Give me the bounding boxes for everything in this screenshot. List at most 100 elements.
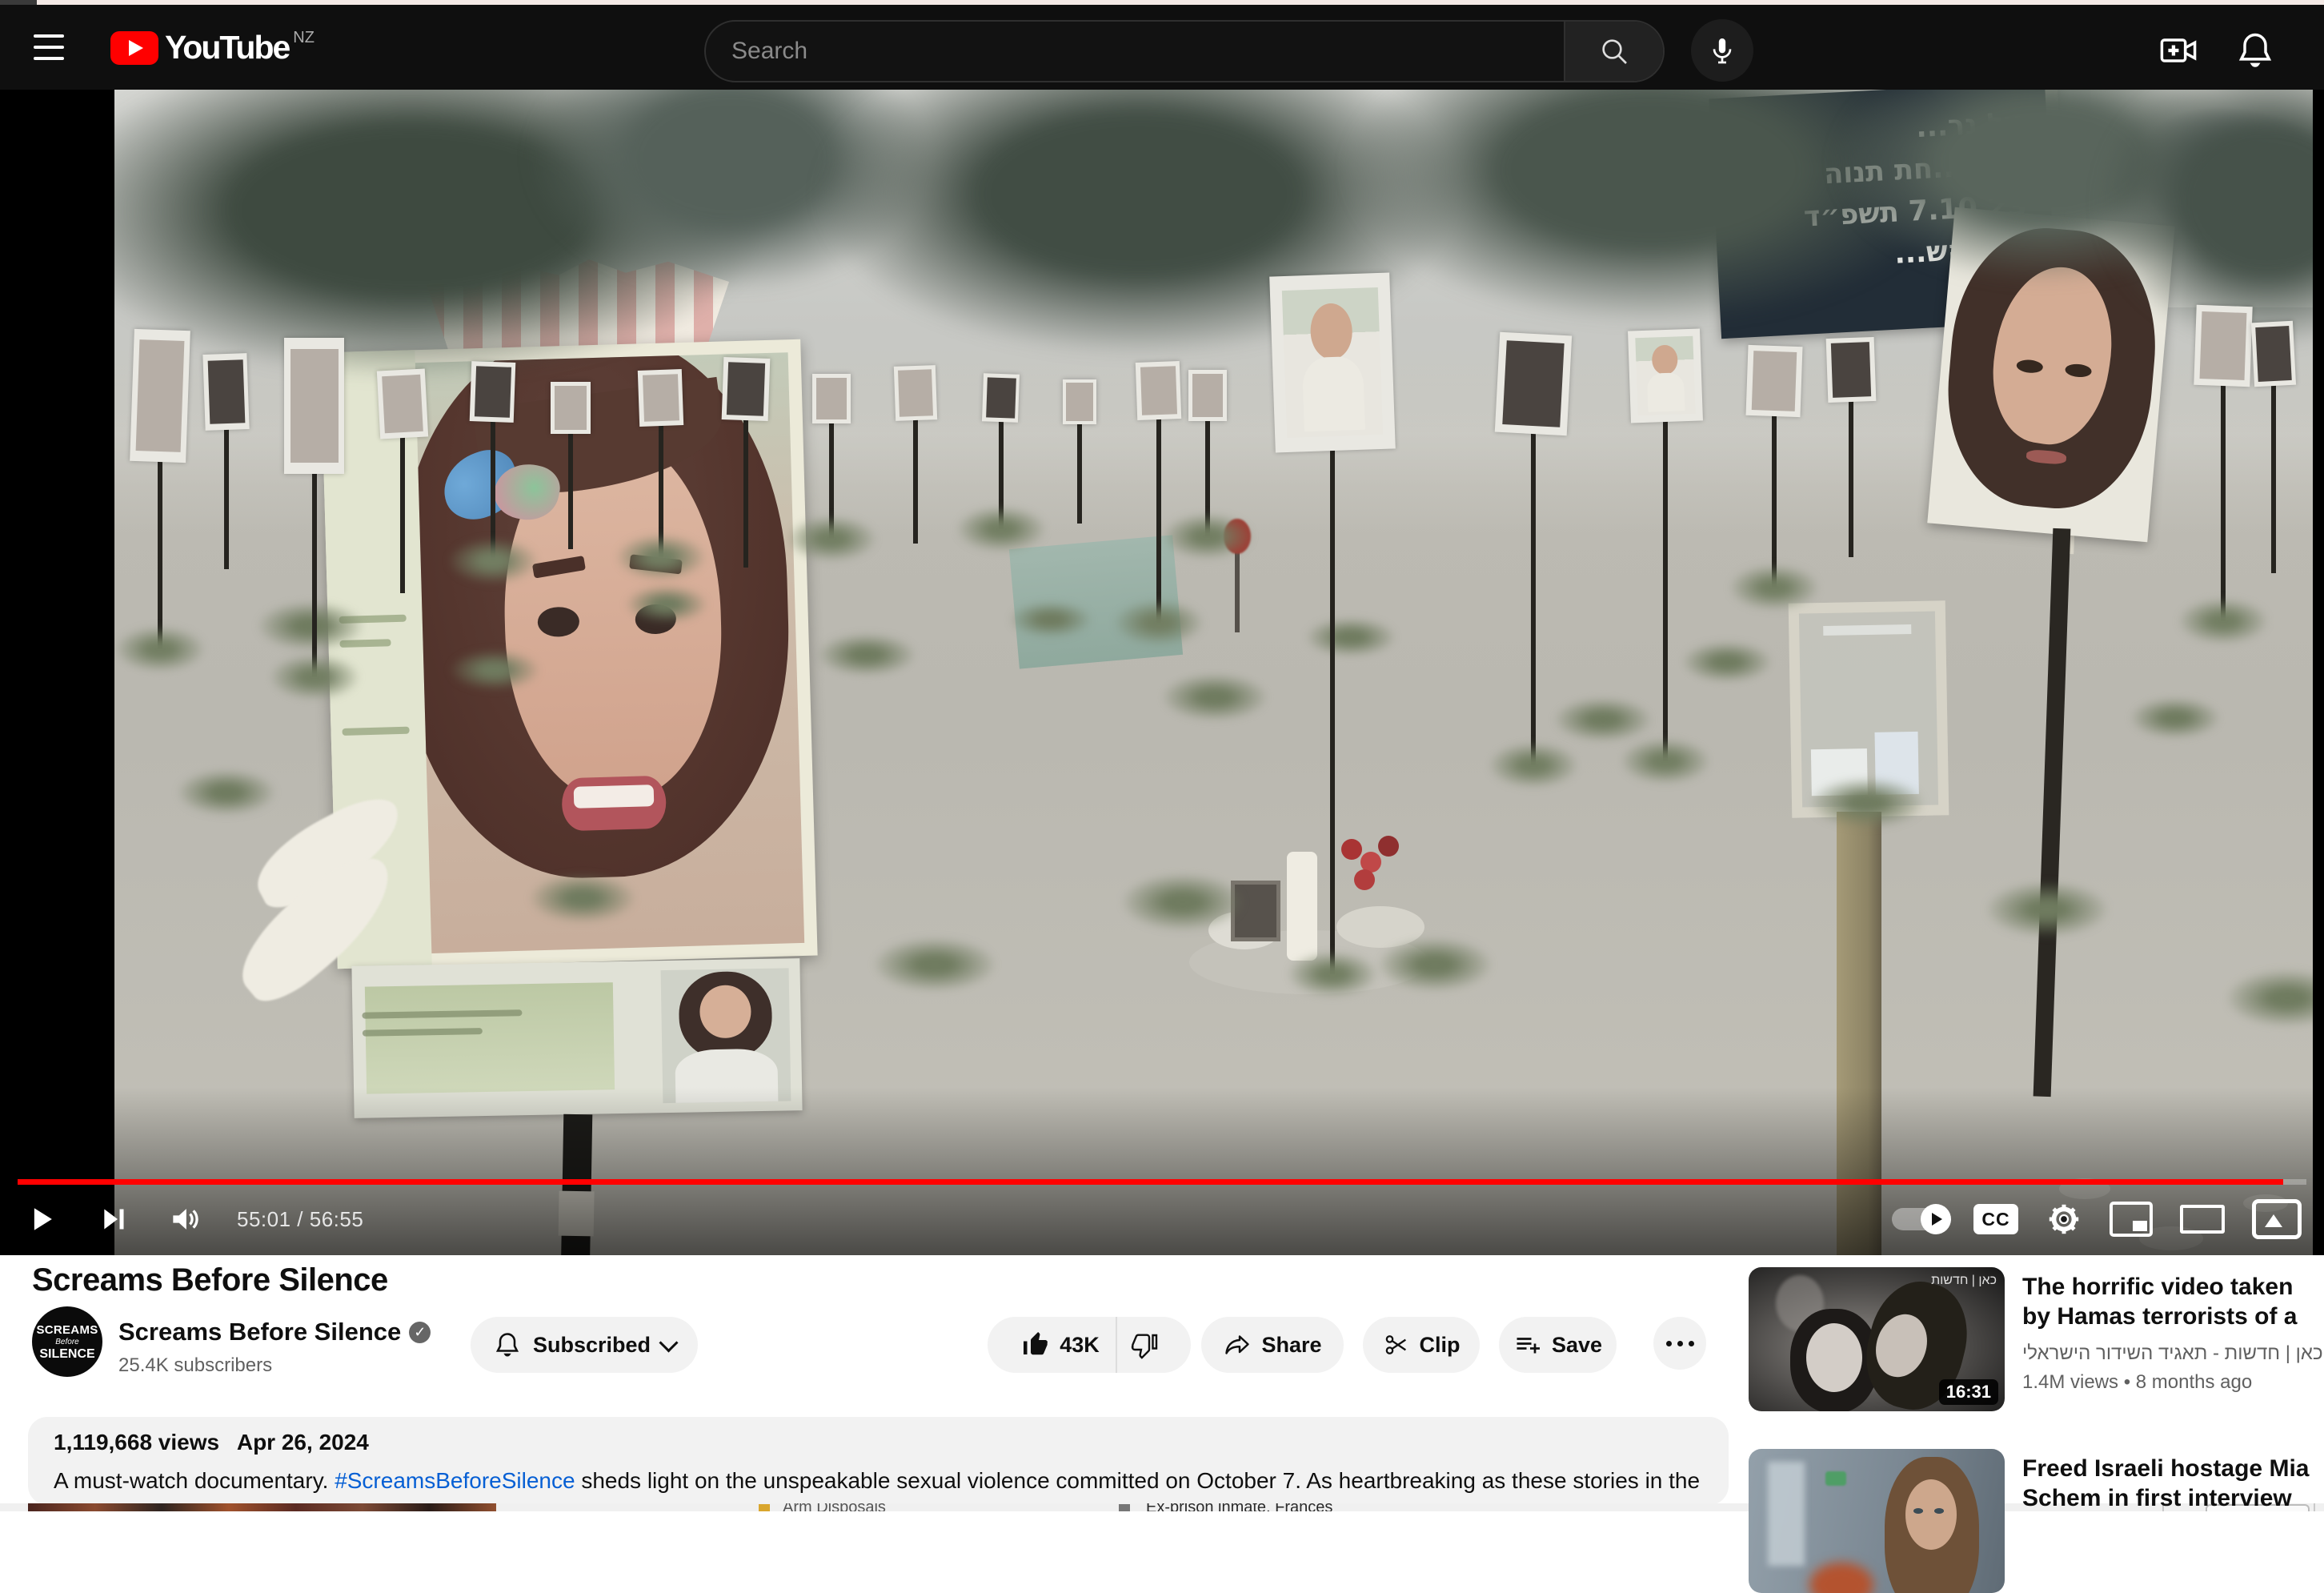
recommended-channel: כאן | חדשות - תאגיד השידור הישראלי	[2022, 1342, 2324, 1365]
fullscreen-icon	[2252, 1199, 2302, 1239]
portrait-face	[1652, 344, 1678, 375]
memorial-post-pole	[1077, 419, 1082, 524]
subtitles-button[interactable]: CC	[1973, 1204, 2018, 1234]
grass-tuft	[1730, 565, 1818, 610]
time-display: 55:01 / 56:55	[237, 1207, 363, 1232]
grass-tuft	[116, 627, 204, 672]
miniplayer-button[interactable]	[2110, 1193, 2153, 1246]
memorial-photo	[986, 377, 1016, 419]
memorial-post-pole	[1772, 411, 1777, 588]
grass-tuft	[1163, 674, 1267, 720]
grass-tuft	[1123, 874, 1243, 930]
subscribed-button[interactable]: Subscribed	[471, 1317, 698, 1373]
memorial-post	[638, 369, 683, 427]
video-thumbnail[interactable]	[1749, 1449, 2005, 1593]
youtube-logo[interactable]: YouTube NZ	[110, 29, 315, 66]
channel-avatar[interactable]: SCREAMS Before SILENCE	[32, 1306, 102, 1377]
memorial-post-pole	[913, 415, 918, 544]
peek-item: Ex-prison inmate, Frances	[1146, 1503, 1332, 1511]
autoplay-knob-icon	[1921, 1204, 1951, 1234]
memorial-post	[284, 338, 344, 474]
portrait-body	[1301, 355, 1365, 431]
video-player[interactable]: על נר...שב׳ ...חת תנוה7.10.23 תשפ״דכ״ב ה…	[0, 90, 2324, 1255]
video-title: Screams Before Silence	[32, 1262, 388, 1298]
grass-tuft	[957, 507, 1045, 552]
thumb-up-icon	[1021, 1330, 1050, 1359]
menu-icon[interactable]	[34, 34, 64, 60]
grass-tuft	[819, 634, 915, 676]
memorial-flowers	[1341, 839, 1362, 860]
grass-tuft	[1987, 882, 2107, 937]
memorial-post	[2194, 305, 2252, 387]
grass-tuft	[1288, 952, 1376, 997]
memorial-post-pole	[1849, 397, 1853, 557]
description-box[interactable]: 1,119,668 views Apr 26, 2024 A must-watc…	[28, 1417, 1729, 1505]
memorial-post-pole	[224, 425, 229, 569]
player-controls: 55:01 / 56:55 CC	[18, 1193, 2306, 1246]
bell-icon	[2234, 30, 2276, 71]
memorial-post	[377, 368, 428, 439]
memorial-post	[2251, 321, 2296, 387]
voice-search-button[interactable]	[1691, 19, 1753, 82]
memorial-post	[202, 353, 249, 431]
autoplay-toggle[interactable]	[1892, 1208, 1949, 1230]
hashtag-link[interactable]: #ScreamsBeforeSilence	[335, 1468, 575, 1493]
volume-button[interactable]	[157, 1193, 213, 1246]
more-actions-button[interactable]	[1653, 1317, 1706, 1370]
theater-mode-button[interactable]	[2180, 1193, 2225, 1246]
description-text: A must-watch documentary. #ScreamsBefore…	[54, 1464, 1703, 1505]
save-button[interactable]: Save	[1499, 1317, 1617, 1373]
memorial-photo	[136, 339, 185, 451]
video-frame[interactable]: על נר...שב׳ ...חת תנוה7.10.23 תשפ״דכ״ב ה…	[114, 90, 2313, 1255]
grass-tuft	[178, 770, 274, 815]
grass-tuft	[617, 535, 705, 580]
search-button[interactable]	[1564, 22, 1663, 81]
memorial-photo	[642, 374, 679, 422]
clip-button[interactable]: Clip	[1363, 1317, 1480, 1373]
memorial-post	[1188, 370, 1227, 421]
video-thumbnail[interactable]: כאן | חדשות 16:31	[1749, 1267, 2005, 1411]
thumb-down-icon	[1130, 1330, 1159, 1359]
recommended-title: Freed Israeli hostage Mia Schem in first…	[2022, 1454, 2324, 1513]
progress-bar[interactable]	[18, 1179, 2306, 1185]
progress-played	[18, 1179, 2283, 1185]
recommended-video[interactable]: Freed Israeli hostage Mia Schem in first…	[1749, 1449, 2324, 1593]
recommended-video[interactable]: כאן | חדשות 16:31 The horrific video tak…	[1749, 1267, 2324, 1411]
youtube-logo-text: YouTube	[165, 29, 289, 66]
search-input[interactable]	[706, 22, 1564, 81]
notifications-button[interactable]	[2231, 26, 2279, 74]
memorial-photo	[1282, 287, 1383, 439]
create-button[interactable]	[2154, 26, 2202, 74]
grass-tuft	[258, 602, 363, 650]
dislike-button[interactable]	[1117, 1317, 1178, 1373]
memorial-post	[1269, 272, 1396, 452]
next-button[interactable]	[82, 1193, 146, 1246]
like-button[interactable]: 43K	[1000, 1317, 1117, 1373]
memorial-post-pole	[568, 429, 573, 549]
memorial-photo	[290, 349, 339, 463]
view-count: 1,119,668 views	[54, 1430, 219, 1455]
search-icon	[1598, 35, 1630, 67]
channel-name[interactable]: Screams Before Silence	[118, 1318, 401, 1346]
memorial-photo	[898, 370, 933, 417]
memorial-post	[551, 382, 591, 434]
like-dislike-pill: 43K	[988, 1317, 1191, 1373]
memorial-post-pole	[743, 415, 748, 568]
grass-tuft	[1164, 514, 1252, 559]
memorial-post	[1063, 379, 1096, 424]
fullscreen-button[interactable]	[2252, 1193, 2302, 1246]
memorial-photo	[1502, 340, 1564, 427]
memorial-post	[470, 361, 516, 423]
time-duration: 56:55	[310, 1207, 364, 1231]
share-icon	[1223, 1330, 1252, 1359]
share-button[interactable]: Share	[1201, 1317, 1344, 1373]
memorial-photo	[727, 362, 766, 415]
play-button[interactable]	[18, 1193, 66, 1246]
memorial-post-pole	[312, 469, 317, 677]
memorial-photo	[207, 359, 245, 424]
grass-tuft	[787, 516, 876, 561]
recommended-meta: 1.4M views • 8 months ago	[2022, 1371, 2324, 1394]
settings-button[interactable]	[2046, 1193, 2082, 1246]
next-icon	[98, 1203, 130, 1235]
grass-tuft	[449, 539, 537, 584]
